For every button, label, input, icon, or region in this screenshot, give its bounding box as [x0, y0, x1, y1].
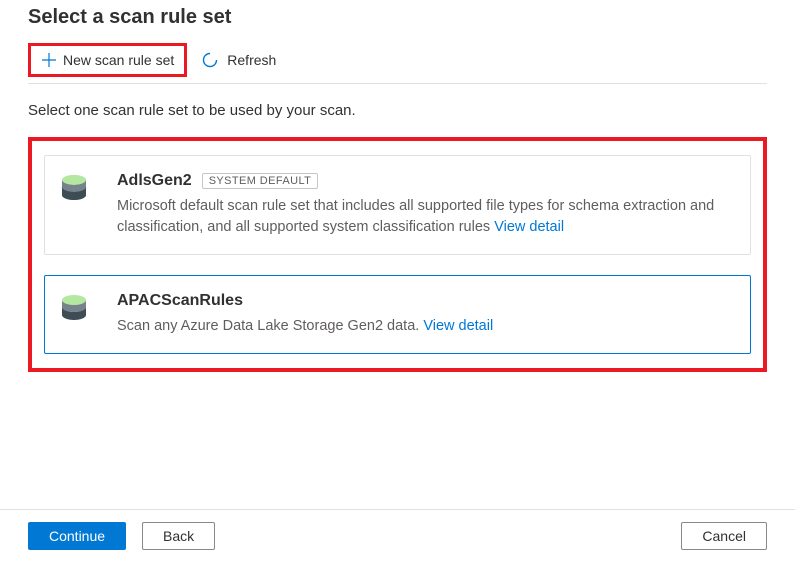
refresh-label: Refresh — [227, 52, 276, 68]
continue-button[interactable]: Continue — [28, 522, 126, 550]
view-detail-link[interactable]: View detail — [423, 318, 493, 334]
ruleset-list: AdlsGen2 SYSTEM DEFAULT Microsoft defaul… — [28, 137, 767, 372]
ruleset-description-text: Microsoft default scan rule set that inc… — [117, 198, 714, 235]
database-icon — [59, 172, 99, 238]
refresh-icon — [201, 51, 219, 69]
ruleset-name: APACScanRules — [117, 292, 243, 310]
card-body: APACScanRules Scan any Azure Data Lake S… — [117, 292, 736, 337]
system-default-badge: SYSTEM DEFAULT — [202, 173, 319, 189]
card-body: AdlsGen2 SYSTEM DEFAULT Microsoft defaul… — [117, 172, 736, 238]
plus-icon — [41, 52, 57, 68]
instruction-text: Select one scan rule set to be used by y… — [28, 102, 767, 119]
back-button[interactable]: Back — [142, 522, 215, 550]
ruleset-description: Scan any Azure Data Lake Storage Gen2 da… — [117, 316, 736, 337]
ruleset-description-text: Scan any Azure Data Lake Storage Gen2 da… — [117, 318, 419, 334]
new-scan-rule-set-label: New scan rule set — [63, 52, 174, 68]
page-title: Select a scan rule set — [28, 6, 767, 29]
toolbar: New scan rule set Refresh — [28, 43, 767, 84]
database-icon — [59, 292, 99, 337]
cancel-button[interactable]: Cancel — [681, 522, 767, 550]
new-scan-rule-set-button[interactable]: New scan rule set — [28, 43, 187, 77]
ruleset-card-apacscanrules[interactable]: APACScanRules Scan any Azure Data Lake S… — [44, 275, 751, 354]
footer: Continue Back Cancel — [0, 509, 795, 564]
ruleset-card-adlsgen2[interactable]: AdlsGen2 SYSTEM DEFAULT Microsoft defaul… — [44, 155, 751, 255]
ruleset-description: Microsoft default scan rule set that inc… — [117, 196, 736, 238]
refresh-button[interactable]: Refresh — [191, 45, 286, 75]
view-detail-link[interactable]: View detail — [494, 219, 564, 235]
ruleset-name: AdlsGen2 — [117, 172, 192, 190]
